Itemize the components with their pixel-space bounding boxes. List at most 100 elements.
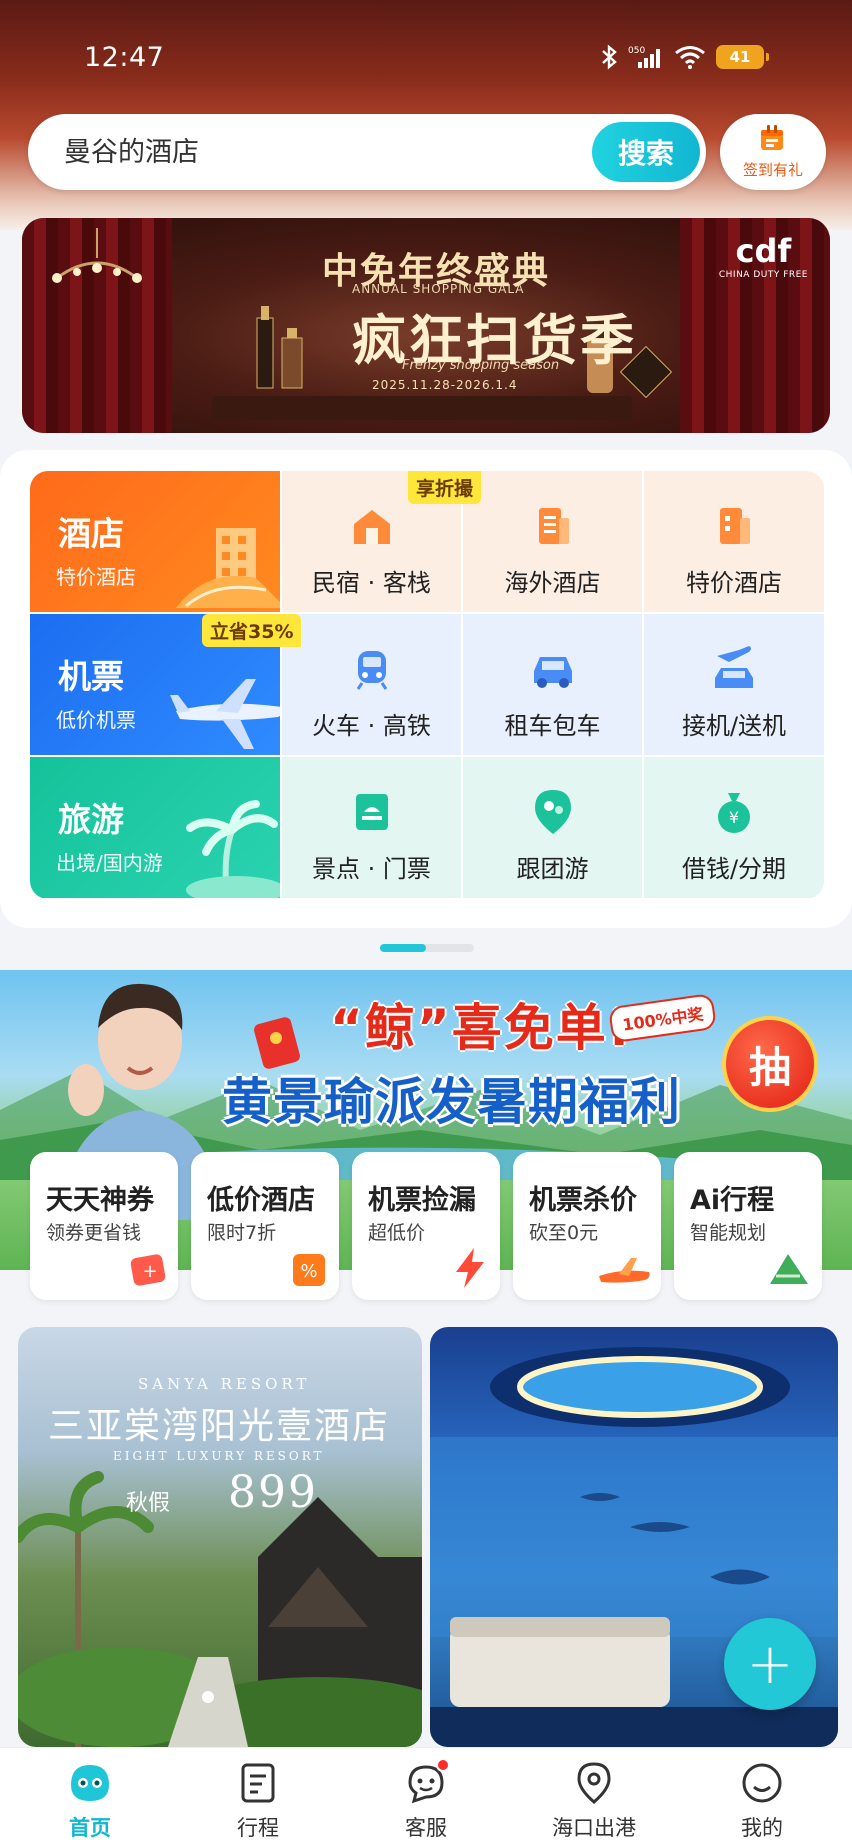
checkin-button[interactable]: 签到有礼 — [720, 114, 826, 190]
promo-tile-flight-bargain[interactable]: 机票杀价 砍至0元 — [513, 1152, 661, 1300]
category-group-tour-label: 跟团游 — [516, 855, 589, 883]
category-homestay-label: 民宿 · 客栈 — [312, 569, 431, 597]
tab-home-label: 首页 — [69, 1816, 111, 1840]
tab-location-label: 海口出港 — [552, 1816, 636, 1840]
plane-toy-icon — [599, 1258, 650, 1283]
zongzi-icon — [770, 1254, 808, 1284]
promo-subtitle: 黄景瑜派发暑期福利 — [222, 1073, 681, 1131]
brand-sub-text: CHINA DUTY FREE — [718, 270, 808, 280]
category-car-rental-label: 租车包车 — [504, 712, 601, 740]
overseas-hotel-icon — [531, 503, 575, 549]
checkin-label: 签到有礼 — [742, 161, 803, 179]
airport-transfer-icon — [709, 646, 759, 692]
ad-subtitle: ANNUAL SHOPPING GALA — [352, 282, 525, 296]
category-train[interactable]: 火车 · 高铁 — [282, 614, 461, 755]
tab-location[interactable]: 海口出港 — [534, 1758, 654, 1844]
page-indicator — [380, 944, 474, 952]
airplane-icon — [170, 679, 280, 749]
battery-icon: 41 — [716, 45, 769, 69]
ticket-icon — [350, 789, 394, 835]
tab-profile-label: 我的 — [741, 1816, 783, 1840]
coupon-icon: + — [130, 1254, 166, 1286]
ad-script-text: Frenzy shopping season — [402, 358, 560, 373]
resort-english-name: SANYA RESORT — [138, 1375, 311, 1393]
tab-profile[interactable]: 我的 — [702, 1758, 822, 1844]
discount-tag: 享折撮 — [408, 471, 482, 504]
svg-text:¥: ¥ — [729, 808, 739, 827]
hotel-building-icon — [176, 528, 280, 608]
promo-tile-title: 机票杀价 — [529, 1185, 637, 1216]
category-overseas-hotel[interactable]: 海外酒店 — [463, 471, 642, 612]
percent-tag-icon: % — [293, 1254, 325, 1286]
category-overseas-hotel-label: 海外酒店 — [504, 569, 601, 597]
category-airport-transfer[interactable]: 接机/送机 — [644, 614, 824, 755]
category-discount-hotel-label: 特价酒店 — [686, 569, 782, 597]
promo-tile-flight-deal[interactable]: 机票捡漏 超低价 — [352, 1152, 500, 1300]
save-percent-tag: 立省35% — [202, 614, 302, 647]
promo-tile-title: 低价酒店 — [207, 1185, 315, 1216]
notification-dot — [436, 1758, 450, 1772]
category-discount-hotel[interactable]: 特价酒店 — [644, 471, 824, 612]
promo-tile-subtitle: 智能规划 — [690, 1222, 767, 1244]
chandelier-icon — [52, 228, 142, 283]
promo-tile-subtitle: 限时7折 — [207, 1222, 277, 1244]
gift-calendar-icon — [758, 124, 788, 156]
category-travel[interactable]: 旅游 出境/国内游 — [30, 757, 280, 898]
category-car-rental[interactable]: 租车包车 — [463, 614, 642, 755]
feed-card-resort[interactable]: SANYA RESORT 三亚棠湾阳光壹酒店 EIGHT LUXURY RESO… — [18, 1327, 422, 1747]
status-time: 12:47 — [84, 42, 165, 73]
category-loan-label: 借钱/分期 — [681, 855, 787, 883]
promo-tile-subtitle: 砍至0元 — [529, 1222, 599, 1244]
palm-island-icon — [186, 800, 280, 898]
profile-smile-icon — [740, 1758, 784, 1808]
search-button[interactable]: 搜索 — [592, 122, 700, 182]
tab-customer-service[interactable]: 客服 — [366, 1758, 486, 1844]
category-group-tour[interactable]: 跟团游 — [463, 757, 642, 898]
category-row-flight: 机票 低价机票 火车 · 高铁 租车包车 接机/送机 — [30, 614, 824, 755]
resort-name: 三亚棠湾阳光壹酒店 — [48, 1406, 391, 1447]
category-travel-title: 旅游 — [58, 800, 124, 839]
status-icons: 050 41 — [600, 44, 769, 70]
promo-tile-coupons[interactable]: 天天神券 领券更省钱 + — [30, 1152, 178, 1300]
category-loan[interactable]: ¥ 借钱/分期 — [644, 757, 824, 898]
category-train-label: 火车 · 高铁 — [312, 712, 431, 740]
tab-itinerary[interactable]: 行程 — [198, 1758, 318, 1844]
category-ticket[interactable]: 景点 · 门票 — [282, 757, 461, 898]
tab-home[interactable]: 首页 — [30, 1758, 150, 1844]
promo-title: “鲸”喜免单! — [330, 999, 633, 1057]
homestay-icon — [350, 503, 394, 549]
train-icon — [350, 646, 394, 692]
lottery-draw-button[interactable]: 抽 — [722, 1016, 818, 1112]
category-hotel[interactable]: 酒店 特价酒店 — [30, 471, 280, 612]
promo-tiles: 天天神券 领券更省钱 + 低价酒店 限时7折 % 机票捡漏 超低价 机票杀价 砍… — [30, 1152, 822, 1300]
money-bag-icon: ¥ — [712, 789, 756, 835]
promo-tile-title: 天天神券 — [46, 1185, 154, 1216]
discount-hotel-icon — [712, 503, 756, 549]
ad-date-range: 2025.11.28-2026.1.4 — [372, 378, 518, 392]
category-row-travel: 旅游 出境/国内游 景点 · 门票 跟团游 ¥ 借钱/分期 — [30, 757, 824, 898]
resort-price-prefix: 秋假 — [126, 1491, 171, 1516]
itinerary-icon — [238, 1758, 278, 1808]
svg-text:%: % — [300, 1261, 317, 1282]
search-input[interactable] — [64, 132, 564, 172]
cellular-signal-icon: 050 — [628, 44, 664, 70]
display-table-decoration — [212, 396, 632, 420]
ad-banner[interactable]: 中免年终盛典 ANNUAL SHOPPING GALA 疯狂扫货季 Frenzy… — [22, 218, 830, 433]
search-box[interactable]: 搜索 — [28, 114, 706, 190]
promo-tile-cheap-hotel[interactable]: 低价酒店 限时7折 % — [191, 1152, 339, 1300]
promo-tile-ai-itinerary[interactable]: Ai行程 智能规划 — [674, 1152, 822, 1300]
category-hotel-title: 酒店 — [58, 514, 124, 553]
cdf-logo: cdf CHINA DUTY FREE — [719, 232, 808, 280]
category-flight-subtitle: 低价机票 — [56, 708, 136, 732]
category-flight-title: 机票 — [58, 657, 124, 696]
group-tour-pin-icon — [531, 789, 575, 835]
location-pin-icon — [574, 1758, 614, 1808]
network-label: 050 — [628, 46, 645, 56]
lightning-icon — [456, 1248, 484, 1288]
car-rental-icon — [528, 646, 578, 692]
promo-tile-title: 机票捡漏 — [368, 1185, 476, 1216]
home-mascot-icon — [67, 1758, 113, 1808]
add-fab-button[interactable]: + — [724, 1618, 816, 1710]
promo-tile-subtitle: 超低价 — [368, 1222, 426, 1244]
bottom-tab-bar: 首页 行程 客服 海口出港 我的 — [0, 1747, 852, 1847]
